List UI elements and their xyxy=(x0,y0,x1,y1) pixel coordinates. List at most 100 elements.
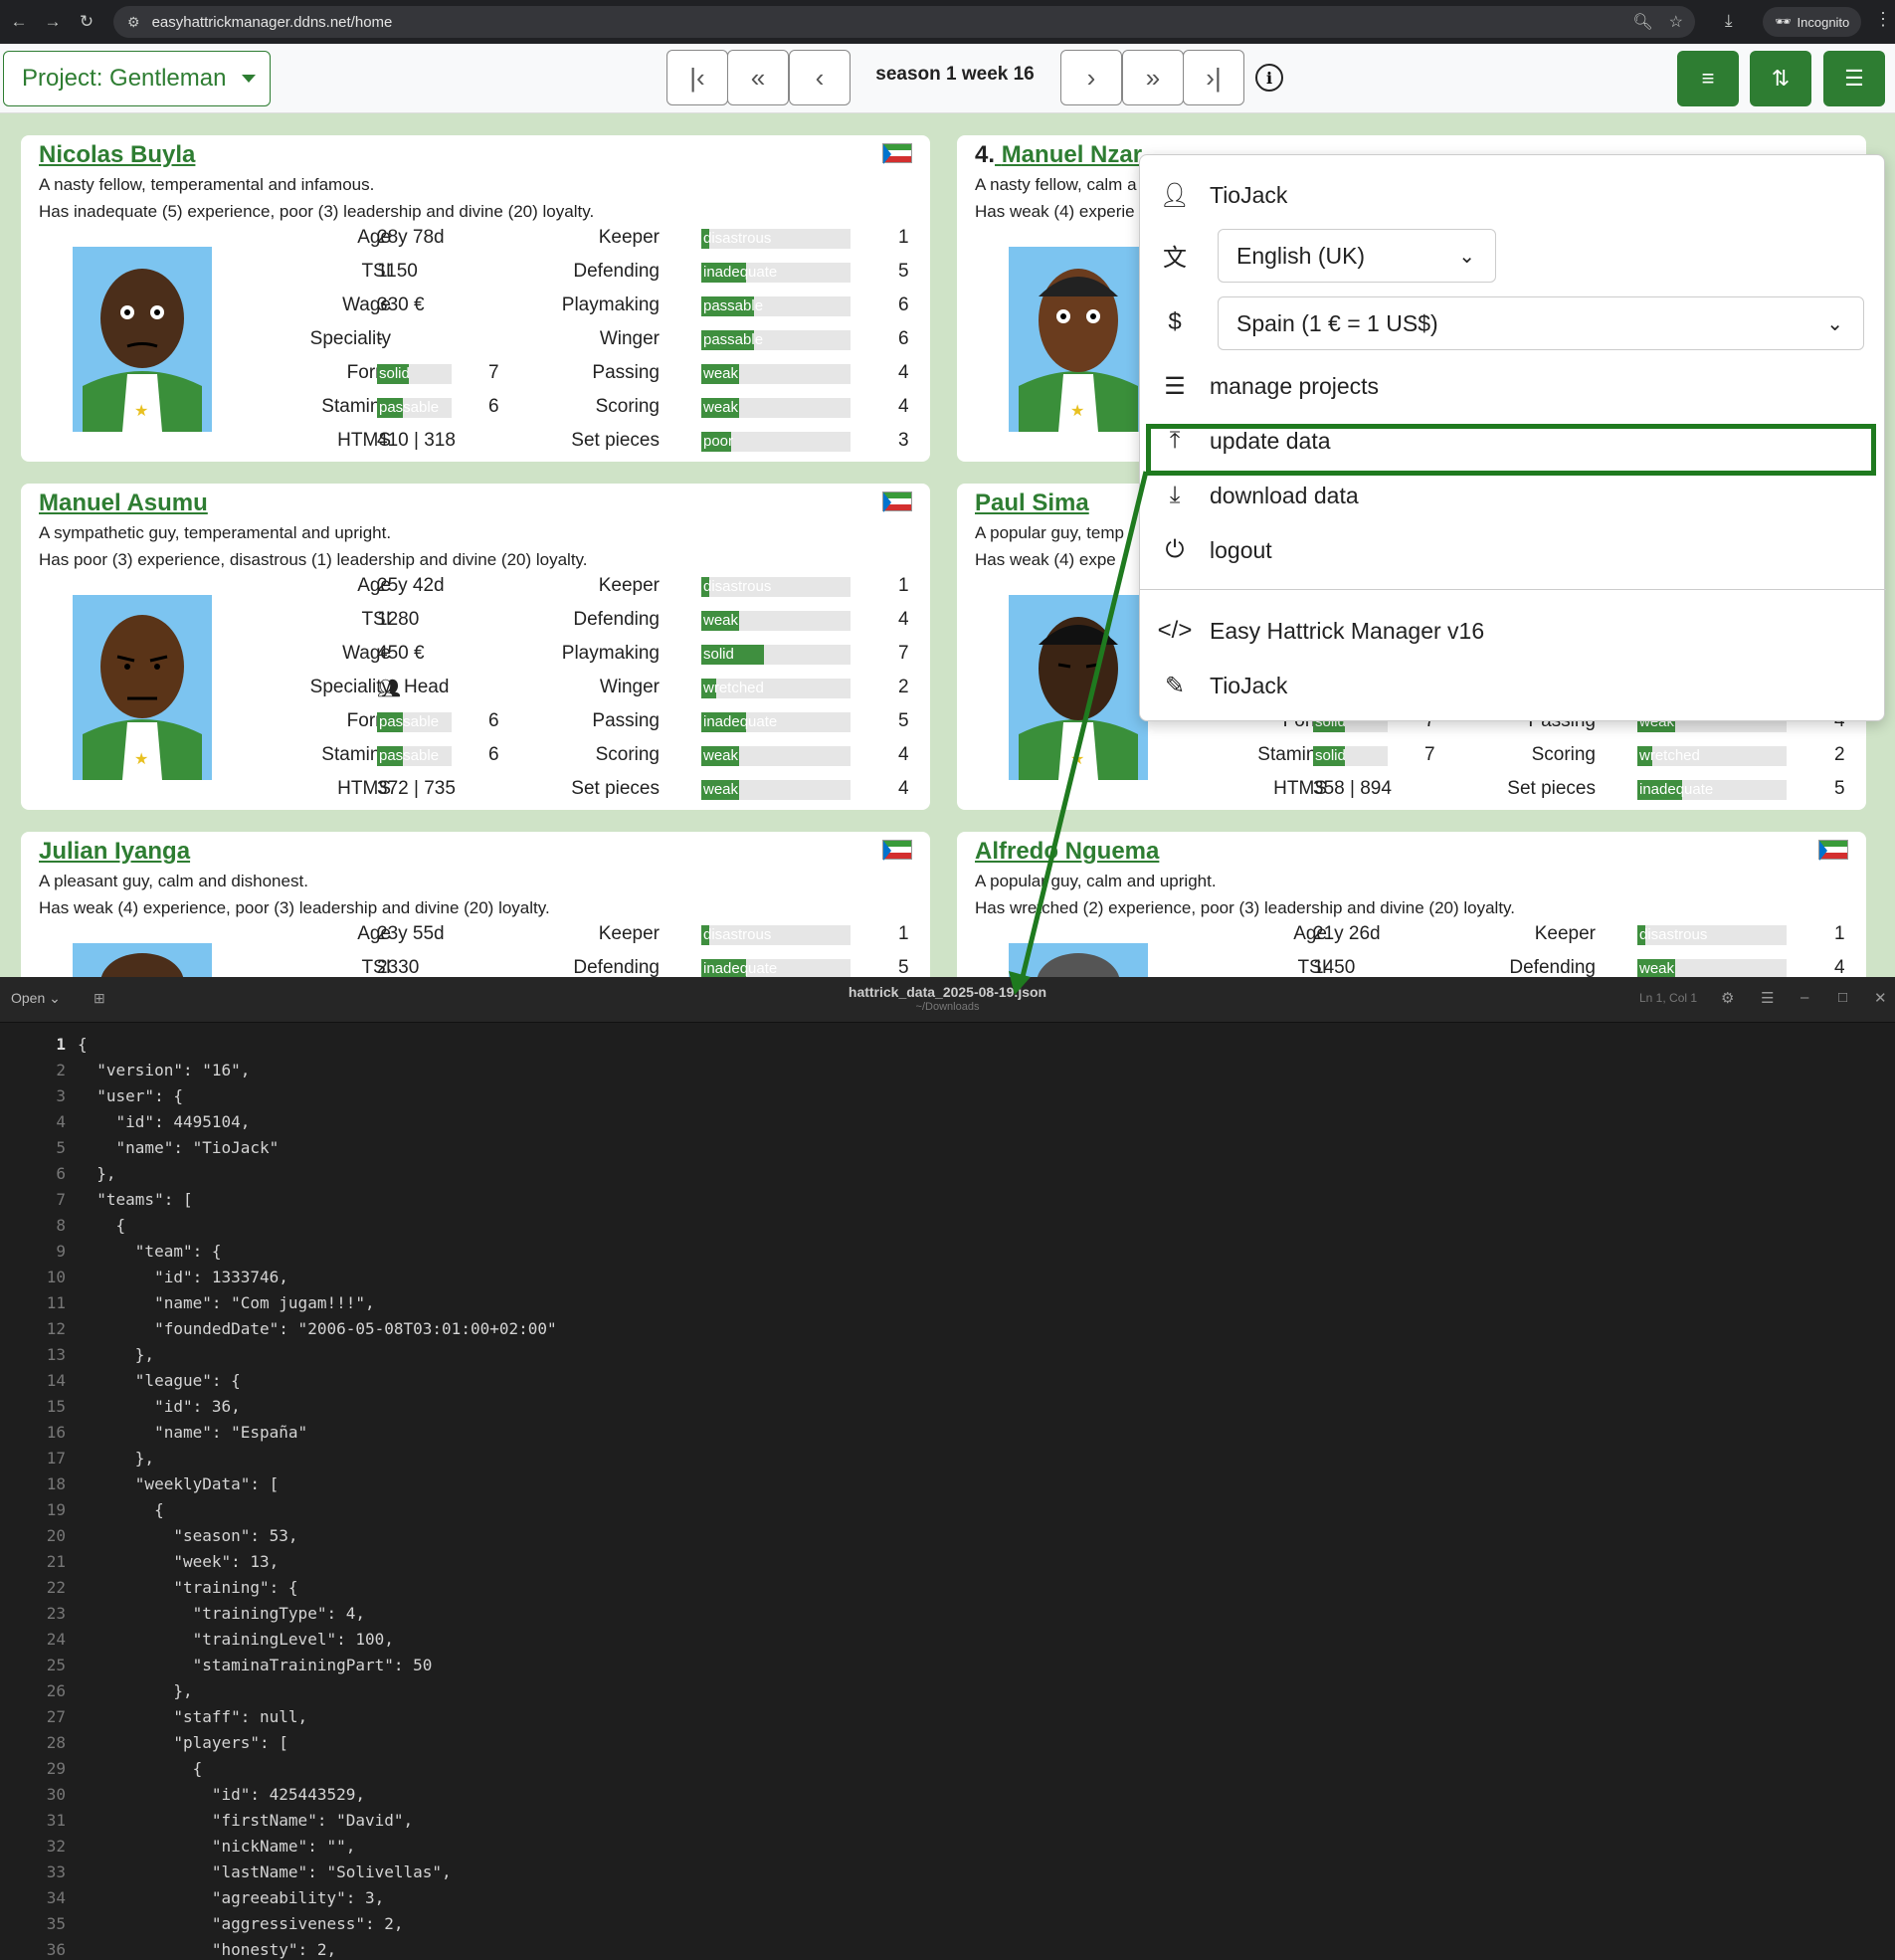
stat-label: Wage xyxy=(342,294,391,315)
skill-level-text: inadequate xyxy=(703,960,778,977)
skill-label: Defending xyxy=(573,261,660,282)
code-icon: </> xyxy=(1157,617,1193,644)
line-number: 25 xyxy=(46,1656,66,1674)
cursor-position[interactable]: Ln 1, Col 1 xyxy=(1639,991,1697,1005)
skill-label: Set pieces xyxy=(571,778,660,799)
stat-label: Stamina xyxy=(321,744,391,765)
minimize-icon[interactable]: – xyxy=(1800,989,1808,1006)
incognito-badge[interactable]: 🕶︎ Incognito xyxy=(1763,7,1862,37)
menu-manage-projects[interactable]: ☰ manage projects xyxy=(1140,360,1886,412)
stat-value: 2330 xyxy=(377,957,420,977)
line-number: 23 xyxy=(46,1604,66,1623)
skill-number: 4 xyxy=(898,396,909,417)
menu-author[interactable]: ✎ TioJack xyxy=(1140,660,1886,711)
menu-logout[interactable]: ⏻ logout xyxy=(1140,524,1886,576)
skill-label: Winger xyxy=(599,328,660,349)
stat-label: TSI xyxy=(361,957,391,977)
skill-bar: weak xyxy=(701,780,851,800)
player-name-link[interactable]: Alfredo Nguema xyxy=(975,838,1159,866)
line-number: 18 xyxy=(46,1474,66,1493)
prev-week-button[interactable]: ‹ xyxy=(789,50,851,105)
back-icon[interactable]: ← xyxy=(4,7,34,37)
code-line: "staminaTrainingPart": 50 xyxy=(78,1656,433,1674)
stat-value: - xyxy=(377,328,384,349)
stat-value: 410 | 318 xyxy=(377,430,456,451)
downloads-icon[interactable]: ⤓ xyxy=(1725,11,1733,31)
app-area: Project: Gentleman |‹ « ‹ season 1 week … xyxy=(0,44,1895,977)
stat-value: 1280 xyxy=(377,609,420,630)
skill-level-text: inadequate xyxy=(1639,781,1714,798)
skill-bar: inadequate xyxy=(701,263,851,283)
next-week-button[interactable]: › xyxy=(1060,50,1122,105)
editor-menu-icon[interactable]: ☰ xyxy=(1761,989,1774,1007)
player-personality: A nasty fellow, temperamental and infamo… xyxy=(39,175,375,194)
browser-toolbar: ← → ↻ ⚙ easyhattrickmanager.ddns.net/hom… xyxy=(0,0,1895,44)
skill-level-text: passable xyxy=(379,747,440,764)
player-card: Julian Iyanga A pleasant guy, calm and d… xyxy=(21,832,930,977)
site-info-icon[interactable]: ⚙ xyxy=(127,14,140,31)
skill-bar: wretched xyxy=(1637,746,1787,766)
close-icon[interactable]: ✕ xyxy=(1874,989,1887,1007)
stat-number: 7 xyxy=(1424,744,1435,765)
prev-season-button[interactable]: « xyxy=(727,50,789,105)
skill-number: 4 xyxy=(898,744,909,765)
menu-download-data[interactable]: ⤓ download data xyxy=(1140,470,1886,521)
player-name-link[interactable]: Julian Iyanga xyxy=(39,838,190,866)
skill-level-text: passable xyxy=(703,331,764,348)
first-week-button[interactable]: |‹ xyxy=(666,50,728,105)
browser-menu-icon[interactable]: ⋮ xyxy=(1874,9,1892,30)
line-number: 11 xyxy=(46,1293,66,1312)
maximize-icon[interactable]: □ xyxy=(1838,989,1847,1006)
reload-icon[interactable]: ↻ xyxy=(72,7,101,37)
settings-icon[interactable]: ⚙ xyxy=(1721,989,1734,1007)
player-name-link[interactable]: Manuel Asumu xyxy=(39,490,208,517)
skill-level-text: disastrous xyxy=(1639,926,1708,943)
menu-author-label: TioJack xyxy=(1210,672,1288,698)
currency-select[interactable]: Spain (1 € = 1 US$) ⌄ xyxy=(1218,296,1864,350)
player-name: Manuel Nzar xyxy=(1001,141,1143,168)
svg-text:★: ★ xyxy=(134,403,148,420)
menu-button[interactable]: ☰ xyxy=(1823,51,1885,106)
skill-label: Scoring xyxy=(595,744,660,765)
line-number: 27 xyxy=(46,1707,66,1726)
skill-label: Passing xyxy=(592,710,660,731)
code-line: "staff": null, xyxy=(78,1707,308,1726)
code-line: "user": { xyxy=(78,1086,183,1105)
code-line: { xyxy=(78,1216,126,1235)
last-week-button[interactable]: ›| xyxy=(1183,50,1244,105)
avatar-face-icon: ★ xyxy=(1009,595,1148,780)
forward-icon[interactable]: → xyxy=(38,7,68,37)
skill-label: Set pieces xyxy=(1507,778,1596,799)
skill-bar: weak xyxy=(1637,959,1787,977)
sort-icon: ⇅ xyxy=(1771,66,1791,91)
skill-bar: passable xyxy=(377,746,452,766)
skill-level-text: solid xyxy=(379,365,410,382)
skill-bar: inadequate xyxy=(1637,780,1787,800)
player-name-link[interactable]: 4. Manuel Nzar xyxy=(975,141,1142,169)
editor-filepath: ~/Downloads xyxy=(915,1001,980,1013)
skill-number: 4 xyxy=(898,362,909,383)
filter-button[interactable]: ≡ xyxy=(1677,51,1739,106)
language-select[interactable]: English (UK) ⌄ xyxy=(1218,229,1496,283)
info-icon[interactable]: i xyxy=(1255,64,1283,92)
menu-user[interactable]: 👤︎ TioJack xyxy=(1140,169,1886,221)
skill-level-text: wretched xyxy=(703,680,764,696)
bookmark-star-icon[interactable]: ☆ xyxy=(1669,12,1683,32)
sort-button[interactable]: ⇅ xyxy=(1750,51,1811,106)
project-dropdown[interactable]: Project: Gentleman xyxy=(3,51,271,106)
player-personality: A popular guy, temp xyxy=(975,523,1124,542)
translate-icon: 文 xyxy=(1163,244,1187,272)
line-number: 17 xyxy=(46,1449,66,1468)
menu-app-version[interactable]: </> Easy Hattrick Manager v16 xyxy=(1140,605,1886,657)
line-number: 14 xyxy=(46,1371,66,1390)
stat-label: Form xyxy=(346,362,391,383)
menu-download-label: download data xyxy=(1210,482,1359,508)
player-name-link[interactable]: Nicolas Buyla xyxy=(39,141,195,169)
zoom-icon[interactable]: 🔍︎ xyxy=(1632,12,1652,32)
address-bar[interactable]: ⚙ easyhattrickmanager.ddns.net/home 🔍︎ ☆ xyxy=(113,6,1695,38)
editor-headerbar: Open ⌄ ⊞ hattrick_data_2025-08-19.json ~… xyxy=(0,977,1895,1023)
next-season-button[interactable]: » xyxy=(1122,50,1184,105)
skill-level-text: disastrous xyxy=(703,926,772,943)
player-name-link[interactable]: Paul Sima xyxy=(975,490,1089,517)
skill-bar: inadequate xyxy=(701,712,851,732)
